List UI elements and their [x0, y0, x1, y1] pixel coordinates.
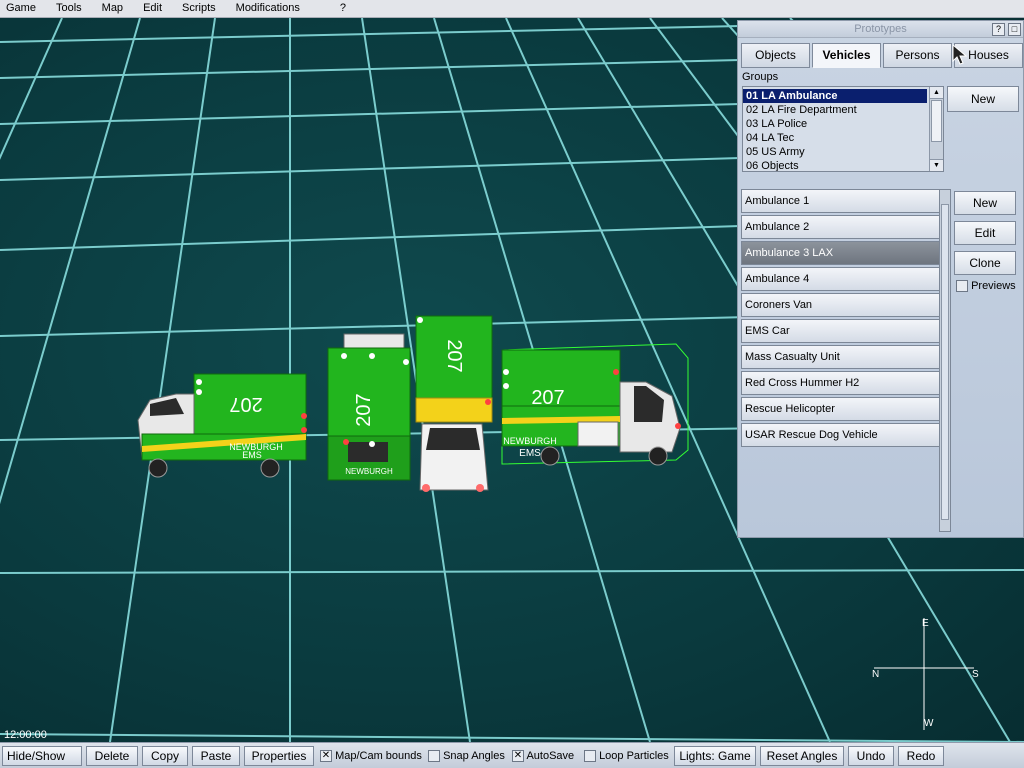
- scroll-up-icon[interactable]: ▲: [930, 87, 943, 99]
- list-item[interactable]: USAR Rescue Dog Vehicle: [741, 423, 941, 447]
- autosave-checkbox[interactable]: ✕: [512, 750, 524, 763]
- svg-text:EMS: EMS: [519, 448, 541, 459]
- list-item[interactable]: Ambulance 2: [741, 215, 941, 239]
- lights-button[interactable]: Lights: Game: [674, 746, 756, 766]
- prototype-tabs: Objects Vehicles Persons Houses: [741, 43, 1023, 68]
- group-item[interactable]: 01 LA Ambulance: [743, 89, 927, 103]
- item-new-button[interactable]: New: [954, 191, 1016, 215]
- group-item[interactable]: 06 Objects: [743, 159, 927, 171]
- menu-tools[interactable]: Tools: [50, 0, 88, 17]
- list-item[interactable]: Ambulance 1: [741, 189, 941, 213]
- list-item[interactable]: Red Cross Hummer H2: [741, 371, 941, 395]
- snap-angles-toggle[interactable]: Snap Angles: [428, 747, 505, 765]
- prototype-list: Ambulance 1 Ambulance 2 Ambulance 3 LAX …: [741, 189, 941, 447]
- autosave-toggle[interactable]: ✕ AutoSave: [512, 747, 574, 765]
- autosave-label: AutoSave: [526, 750, 575, 762]
- vehicle-ambulance-rear[interactable]: 207 NEWBURGH: [324, 332, 414, 482]
- close-icon[interactable]: □: [1008, 23, 1021, 36]
- scroll-thumb[interactable]: [941, 204, 949, 520]
- reset-angles-button[interactable]: Reset Angles: [760, 746, 844, 766]
- prototypes-titlebar[interactable]: Prototypes ? □: [738, 21, 1023, 38]
- group-item[interactable]: 03 LA Police: [743, 117, 927, 131]
- previews-checkbox[interactable]: [956, 280, 968, 293]
- game-clock: 12:00:00: [4, 729, 47, 741]
- group-item[interactable]: 05 US Army: [743, 145, 927, 159]
- svg-text:207: 207: [531, 387, 564, 409]
- menubar: Game Tools Map Edit Scripts Modification…: [0, 0, 1024, 18]
- previews-label: Previews: [971, 280, 1016, 292]
- svg-text:207: 207: [353, 393, 375, 426]
- vehicle-ambulance-front[interactable]: 207: [414, 312, 494, 498]
- group-item[interactable]: 02 LA Fire Department: [743, 103, 927, 117]
- vehicle-ambulance-side-right-selected[interactable]: 207 NEWBURGH EMS: [496, 342, 692, 476]
- hide-show-button[interactable]: Hide/Show: [2, 746, 82, 766]
- svg-text:207: 207: [443, 339, 465, 372]
- properties-button[interactable]: Properties: [244, 746, 314, 766]
- map-cam-bounds-label: Map/Cam bounds: [335, 750, 422, 762]
- bottom-toolbar: Hide/Show Delete Copy Paste Properties ✕…: [0, 742, 1024, 768]
- previews-toggle[interactable]: Previews: [956, 280, 1016, 293]
- groups-label: Groups: [742, 71, 779, 83]
- list-item[interactable]: Rescue Helicopter: [741, 397, 941, 421]
- copy-button[interactable]: Copy: [142, 746, 188, 766]
- help-button[interactable]: ?: [992, 23, 1005, 36]
- compass-cross-icon: [874, 618, 974, 730]
- compass: E N S W: [868, 614, 988, 734]
- scroll-down-icon[interactable]: ▼: [930, 159, 943, 171]
- redo-button[interactable]: Redo: [898, 746, 944, 766]
- compass-west: W: [924, 718, 934, 729]
- svg-text:NEWBURGH: NEWBURGH: [503, 436, 557, 446]
- snap-angles-label: Snap Angles: [443, 750, 505, 762]
- loop-particles-toggle[interactable]: Loop Particles: [584, 747, 669, 765]
- prototype-list-scrollbar[interactable]: [939, 189, 951, 532]
- compass-south: S: [972, 669, 979, 680]
- menu-modifications[interactable]: Modifications: [230, 0, 306, 17]
- group-item[interactable]: 04 LA Tec: [743, 131, 927, 145]
- list-item[interactable]: Mass Casualty Unit: [741, 345, 941, 369]
- list-item[interactable]: Coroners Van: [741, 293, 941, 317]
- menu-edit[interactable]: Edit: [137, 0, 168, 17]
- groups-list[interactable]: 01 LA Ambulance 02 LA Fire Department 03…: [742, 86, 944, 172]
- groups-scrollbar[interactable]: ▲ ▼: [929, 87, 943, 171]
- prototypes-panel: Prototypes ? □ Objects Vehicles Persons …: [737, 20, 1024, 538]
- svg-text:207: 207: [229, 393, 262, 415]
- item-clone-button[interactable]: Clone: [954, 251, 1016, 275]
- svg-text:EMS: EMS: [242, 450, 262, 460]
- svg-text:NEWBURGH: NEWBURGH: [345, 467, 393, 476]
- map-cam-bounds-checkbox[interactable]: ✕: [320, 750, 332, 763]
- compass-east: E: [922, 618, 929, 629]
- menu-scripts[interactable]: Scripts: [176, 0, 222, 17]
- paste-button[interactable]: Paste: [192, 746, 240, 766]
- menu-help[interactable]: ?: [334, 0, 352, 17]
- loop-particles-label: Loop Particles: [599, 750, 669, 762]
- tab-vehicles[interactable]: Vehicles: [812, 43, 881, 68]
- list-item[interactable]: Ambulance 4: [741, 267, 941, 291]
- delete-button[interactable]: Delete: [86, 746, 138, 766]
- list-item[interactable]: Ambulance 3 LAX: [741, 241, 941, 265]
- loop-particles-checkbox[interactable]: [584, 750, 596, 763]
- group-new-button[interactable]: New: [947, 86, 1019, 112]
- scroll-thumb[interactable]: [931, 100, 942, 142]
- compass-north: N: [872, 669, 880, 680]
- undo-button[interactable]: Undo: [848, 746, 894, 766]
- mouse-cursor-icon: [952, 44, 968, 65]
- list-item[interactable]: EMS Car: [741, 319, 941, 343]
- map-cam-bounds-toggle[interactable]: ✕ Map/Cam bounds: [320, 747, 422, 765]
- item-edit-button[interactable]: Edit: [954, 221, 1016, 245]
- snap-angles-checkbox[interactable]: [428, 750, 440, 763]
- vehicle-ambulance-side-left[interactable]: 207 NEWBURGH EMS: [136, 354, 318, 482]
- prototypes-title: Prototypes: [854, 23, 907, 35]
- tab-objects[interactable]: Objects: [741, 43, 810, 68]
- menu-game[interactable]: Game: [0, 0, 42, 17]
- tab-persons[interactable]: Persons: [883, 43, 952, 68]
- menu-map[interactable]: Map: [96, 0, 129, 17]
